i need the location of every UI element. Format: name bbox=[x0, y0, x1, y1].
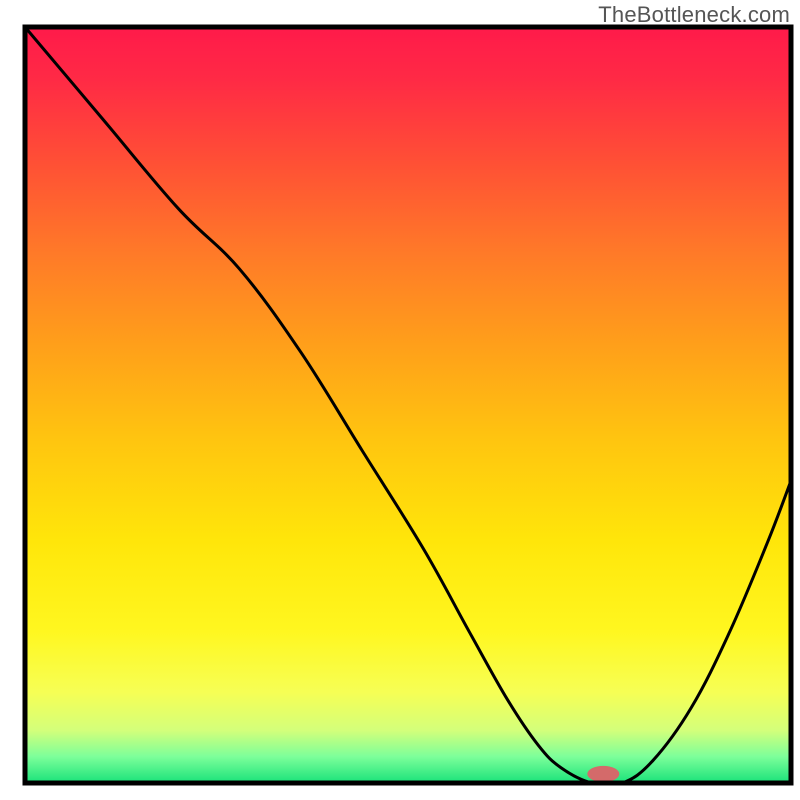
watermark-text: TheBottleneck.com bbox=[598, 2, 790, 28]
chart-root: TheBottleneck.com bbox=[0, 0, 800, 800]
plot-background bbox=[25, 27, 791, 783]
optimal-marker bbox=[587, 766, 619, 782]
chart-svg bbox=[0, 0, 800, 800]
